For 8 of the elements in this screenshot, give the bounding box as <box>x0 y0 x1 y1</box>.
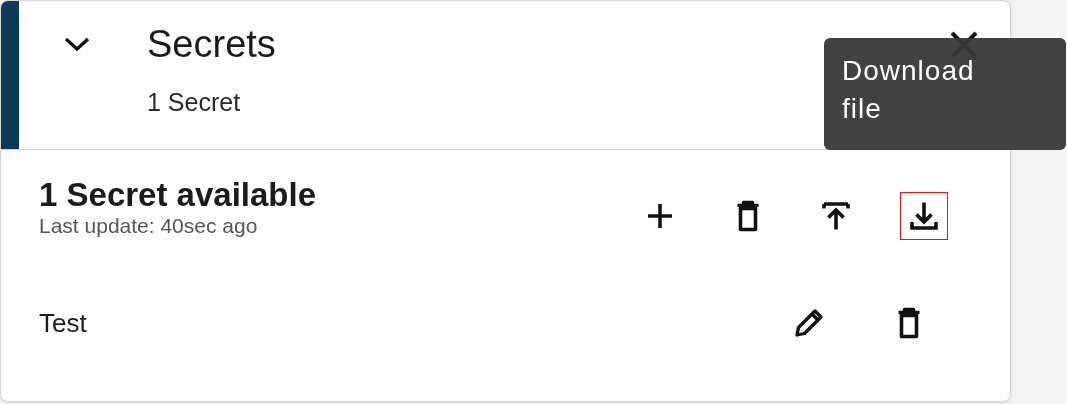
secret-name: Test <box>39 307 88 339</box>
secret-count: 1 Secret <box>147 88 242 117</box>
download-button[interactable] <box>900 192 948 240</box>
last-update-text: Last update: 40sec ago <box>39 214 259 238</box>
chevron-icon <box>63 35 91 53</box>
panel-title: Secrets <box>147 23 276 66</box>
available-heading: 1 Secret available <box>39 176 318 214</box>
tooltip: Download file <box>824 38 1066 150</box>
